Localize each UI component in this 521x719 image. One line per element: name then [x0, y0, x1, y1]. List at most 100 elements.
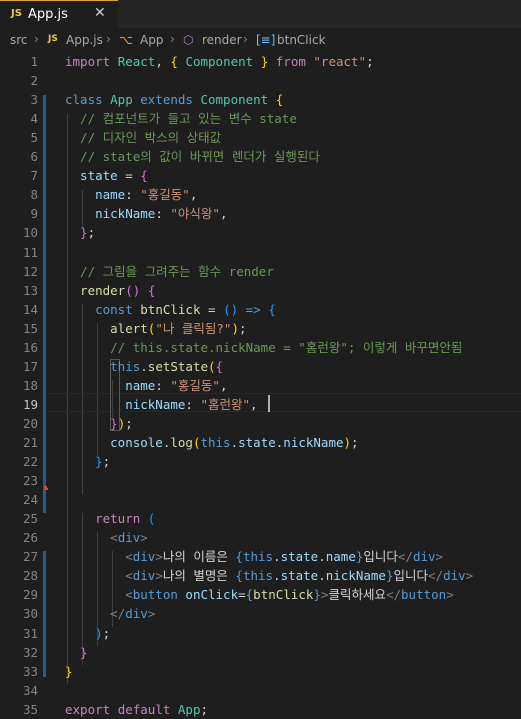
code-line[interactable]: 4 // 컴포넌트가 들고 있는 변수 state [0, 109, 521, 128]
code-text: }; [65, 452, 110, 471]
code-token: // 디자인 박스의 상태값 [65, 130, 222, 145]
line-number: 9 [30, 206, 38, 221]
code-text: name: "홍길동", [65, 376, 227, 395]
line-number: 15 [22, 321, 38, 336]
breadcrumb-class[interactable]: App [140, 33, 163, 47]
code-line[interactable]: 24 [0, 490, 521, 509]
code-token: } [65, 664, 73, 679]
code-line[interactable]: 31 ); [0, 624, 521, 643]
code-token: . [273, 549, 281, 564]
code-token: import [65, 54, 118, 69]
code-token: return [65, 511, 148, 526]
code-line[interactable]: 22 }; [0, 452, 521, 471]
code-line[interactable]: 10 }; [0, 223, 521, 242]
code-line[interactable]: 8 name: "홍길동", [0, 185, 521, 204]
code-line[interactable]: 15 alert("나 클릭됨?"); [0, 319, 521, 338]
code-line[interactable]: 9 nickName: "야식왕", [0, 204, 521, 223]
code-line[interactable]: 21 console.log(this.state.nickName); [0, 433, 521, 452]
code-line[interactable]: 25 return ( [0, 509, 521, 528]
code-token: ) [65, 626, 103, 641]
code-token: state [280, 568, 319, 583]
code-text: <div>나의 별명은 {this.state.nickName}입니다</di… [65, 566, 473, 585]
code-line[interactable]: 26 <div> [0, 528, 521, 547]
line-number: 10 [22, 225, 38, 240]
code-token: name [65, 378, 156, 393]
code-token: => [238, 302, 261, 317]
line-number: 2 [30, 73, 38, 88]
code-token: { [275, 92, 284, 107]
line-number: 22 [22, 454, 38, 469]
code-token: > [155, 568, 163, 583]
code-line[interactable]: 32 } [0, 643, 521, 662]
code-text: // 그림을 그려주는 함수 render [65, 262, 274, 281]
code-token: btnClick [140, 302, 201, 317]
code-line[interactable]: 16 // this.state.nickName = "홈런왕"; 이렇게 바… [0, 338, 521, 357]
code-token: setState [147, 359, 209, 374]
code-token: nickName [325, 568, 386, 583]
code-line[interactable]: 6 // state의 값이 바뀌면 렌더가 실행된다 [0, 147, 521, 166]
code-line[interactable]: 30 </div> [0, 604, 521, 623]
code-token: { [268, 302, 276, 317]
code-token: () [125, 283, 141, 298]
code-token: ; [366, 54, 374, 69]
close-icon[interactable]: ✕ [94, 5, 106, 21]
code-token: } [65, 416, 118, 431]
code-line[interactable]: 12 // 그림을 그려주는 함수 render [0, 262, 521, 281]
code-token: . [140, 359, 148, 374]
code-token: button [132, 587, 178, 602]
code-line[interactable]: 27 <div>나의 이름은 {this.state.name}입니다</div… [0, 547, 521, 566]
code-line[interactable]: 35 export default App; [0, 700, 521, 719]
code-line[interactable]: 17 this.setState({ [0, 357, 521, 376]
code-token: App [110, 92, 133, 107]
code-text: } [65, 643, 88, 662]
code-text: this.setState({ [65, 357, 223, 376]
code-token: onClick [177, 587, 239, 602]
code-token: ; [102, 454, 111, 469]
code-line[interactable]: 18 name: "홍길동", [0, 376, 521, 395]
code-line[interactable]: 11 [0, 243, 521, 262]
code-line[interactable]: 28 <div>나의 별명은 {this.state.nickName}입니다<… [0, 566, 521, 585]
code-line[interactable]: 7 state = { [0, 166, 521, 185]
code-line[interactable]: 34 [0, 681, 521, 700]
line-number: 25 [22, 511, 38, 526]
line-number: 28 [22, 568, 38, 583]
breadcrumb-file[interactable]: App.js [66, 33, 103, 47]
code-token: } [385, 568, 394, 583]
code-line[interactable]: 19 nickName: "홈런왕", [0, 395, 521, 414]
code-token: class [65, 92, 111, 107]
code-token: // this.state.nickName = "홈런왕"; 이렇게 바꾸면안… [65, 340, 463, 355]
code-line[interactable]: 29 <button onClick={btnClick}>클릭하세요</but… [0, 585, 521, 604]
code-token: "홈런왕" [200, 397, 251, 412]
code-token: div [125, 606, 148, 621]
code-line[interactable]: 13 render() { [0, 281, 521, 300]
breadcrumb-variable[interactable]: btnClick [277, 33, 326, 47]
line-number: 4 [30, 111, 38, 126]
breadcrumb-src[interactable]: src [10, 33, 28, 47]
code-line[interactable]: 5 // 디자인 박스의 상태값 [0, 128, 521, 147]
code-line[interactable]: 20 }); [0, 414, 521, 433]
code-token: ( [147, 511, 156, 526]
code-token: . [318, 549, 326, 564]
code-token: btnClick [253, 587, 314, 602]
code-token: < [65, 549, 133, 564]
code-token: </ [65, 606, 126, 621]
code-token: < [65, 587, 133, 602]
code-token: "react" [313, 54, 367, 69]
breadcrumb-method[interactable]: render [202, 33, 242, 47]
code-line[interactable]: 33} [0, 662, 521, 681]
variable-icon: [≡] [256, 33, 276, 47]
line-number: 7 [30, 168, 38, 183]
code-line[interactable]: 1 import React, { Component } from "react… [0, 52, 521, 71]
code-line[interactable]: 14 const btnClick = () => { [0, 300, 521, 319]
code-token: ; [238, 321, 247, 336]
code-text: }); [65, 414, 133, 433]
code-token: extends [132, 92, 201, 107]
code-line[interactable]: 3 class App extends Component { [0, 90, 521, 109]
tab-app-js[interactable]: JS App.js ✕ [0, 0, 118, 28]
code-line[interactable]: 2 [0, 71, 521, 90]
code-line[interactable]: 23 [0, 471, 521, 490]
code-token: } [65, 454, 103, 469]
code-token: ; [200, 702, 209, 717]
code-editor[interactable]: 1 import React, { Component } from "react… [0, 52, 521, 718]
